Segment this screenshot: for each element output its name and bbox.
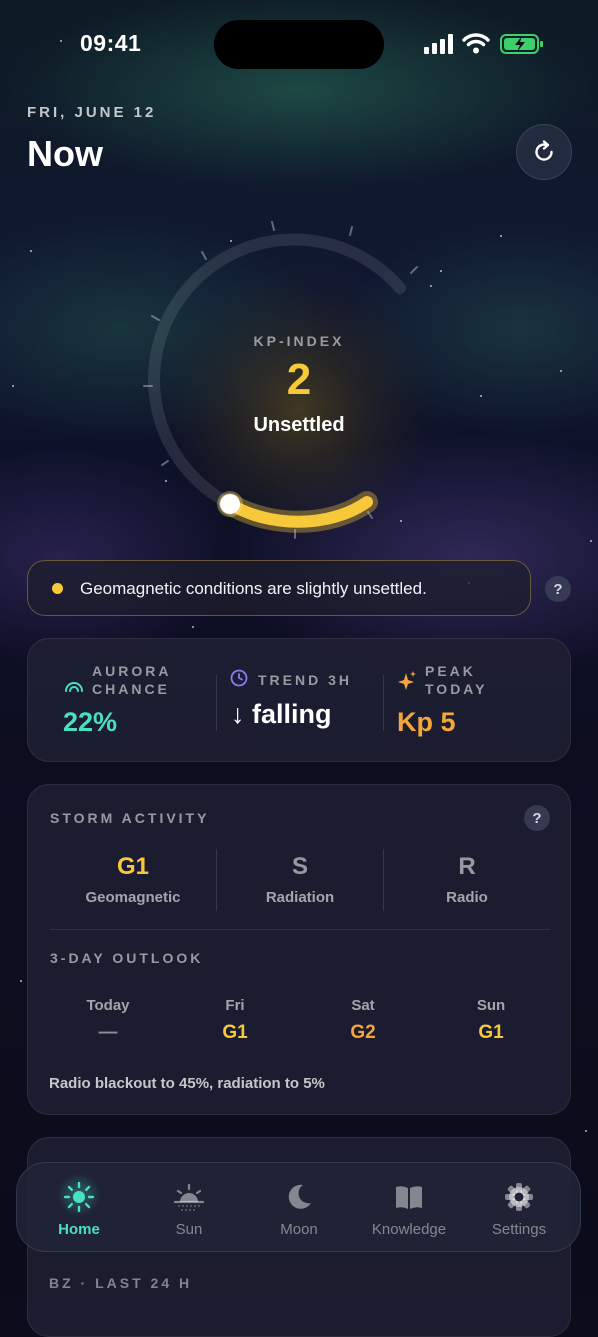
peak-today-label-line2: TODAY — [425, 681, 488, 697]
scale-name: Geomagnetic — [85, 889, 181, 906]
status-dot — [52, 583, 63, 594]
tab-bar: Home Sun Moon Knowledge Settings — [16, 1162, 581, 1252]
conditions-banner: Geomagnetic conditions are slightly unse… — [27, 560, 531, 616]
dynamic-island — [214, 20, 384, 69]
outlook-day-value: G1 — [222, 1022, 248, 1043]
refresh-button[interactable] — [516, 124, 572, 180]
scale-code: S — [291, 853, 308, 880]
stats-divider — [383, 675, 384, 731]
outlook-day: Today — — [53, 997, 163, 1044]
tab-settings[interactable]: Settings — [464, 1163, 574, 1251]
tab-label: Sun — [175, 1221, 203, 1238]
kp-label: KP-INDEX — [253, 333, 345, 349]
refresh-icon — [535, 140, 553, 161]
storm-help-button[interactable]: ? — [524, 805, 550, 831]
kp-value: 2 — [286, 355, 312, 404]
tab-label: Home — [58, 1221, 100, 1238]
scale-name: Radio — [446, 889, 488, 906]
trend-label: TREND 3H — [258, 672, 353, 688]
tab-label: Knowledge — [371, 1221, 447, 1238]
stats-divider — [216, 675, 217, 731]
scale-divider — [383, 849, 384, 911]
tab-label: Moon — [280, 1221, 318, 1238]
tab-sun[interactable]: Sun — [134, 1163, 244, 1251]
scale-name: Radiation — [265, 889, 335, 906]
aurora-chance-value: 22% — [63, 707, 118, 737]
bz-label: BZ · LAST 24 H — [49, 1275, 193, 1291]
peak-today-label-line1: PEAK — [425, 663, 476, 679]
battery-charging-icon — [500, 34, 543, 54]
book-icon — [396, 1186, 422, 1209]
aurora-arc-icon — [65, 682, 83, 692]
gauge-glow — [158, 270, 438, 540]
gear-icon — [505, 1183, 533, 1211]
status-time: 09:41 — [80, 30, 142, 56]
outlook-day-name: Sun — [476, 997, 506, 1014]
aurora-chance-label-line2: CHANCE — [92, 681, 170, 697]
section-divider — [50, 929, 550, 930]
conditions-help-button[interactable]: ? — [545, 576, 571, 602]
outlook-day-value: G2 — [350, 1022, 376, 1043]
outlook-day-name: Fri — [225, 997, 245, 1014]
scale-code: R — [458, 853, 476, 880]
gauge-knob — [220, 494, 240, 514]
trend-value: ↓ falling — [231, 699, 332, 729]
peak-today-label: PEAK TODAY — [425, 662, 487, 698]
scale-geomagnetic: G1 Geomagnetic — [53, 853, 213, 906]
tab-label: Settings — [491, 1221, 547, 1238]
storm-activity-card: STORM ACTIVITY ? G1 Geomagnetic S Radiat… — [27, 784, 571, 1115]
scale-radio: R Radio — [387, 853, 547, 906]
page-title: Now — [27, 133, 103, 174]
outlook-title: 3-DAY OUTLOOK — [50, 950, 204, 966]
storm-activity-title: STORM ACTIVITY — [50, 810, 210, 826]
outlook-day: Sun G1 — [436, 997, 546, 1044]
tab-knowledge[interactable]: Knowledge — [354, 1163, 464, 1251]
sparkle-icon — [398, 671, 416, 690]
outlook-day: Fri G1 — [180, 997, 290, 1044]
moon-icon — [288, 1184, 311, 1209]
status-bar: 09:41 — [0, 0, 598, 88]
header-date: FRI, JUNE 12 — [27, 104, 157, 121]
scale-radiation: S Radiation — [220, 853, 380, 906]
scale-code: G1 — [116, 853, 149, 880]
kp-state: Unsettled — [253, 414, 345, 436]
tab-moon[interactable]: Moon — [244, 1163, 354, 1251]
conditions-text: Geomagnetic conditions are slightly unse… — [80, 579, 427, 598]
tab-home[interactable]: Home — [24, 1163, 134, 1251]
wifi-icon — [462, 33, 490, 54]
aurora-chance-label: AURORA CHANCE — [92, 662, 171, 698]
scale-divider — [216, 849, 217, 911]
aurora-chance-label-line1: AURORA — [92, 663, 172, 679]
clock-icon — [230, 669, 248, 687]
sun-icon — [63, 1181, 95, 1213]
outlook-day-value: G1 — [478, 1022, 504, 1043]
outlook-day-name: Sat — [351, 997, 375, 1014]
outlook-day: Sat G2 — [308, 997, 418, 1044]
peak-today-value: Kp 5 — [397, 707, 456, 737]
stats-card: AURORA CHANCE 22% TREND 3H ↓ falling PEA… — [27, 638, 571, 762]
outlook-note: Radio blackout to 45%, radiation to 5% — [49, 1075, 325, 1092]
outlook-day-name: Today — [86, 997, 130, 1014]
sunrise-icon — [173, 1183, 205, 1211]
outlook-day-value: — — [98, 1022, 118, 1043]
signal-icon — [424, 34, 453, 54]
